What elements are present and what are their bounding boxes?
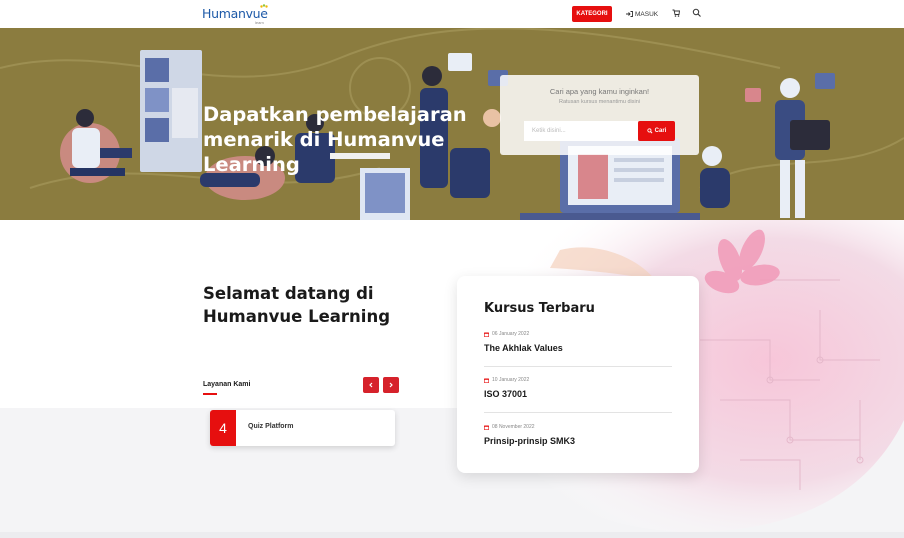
services-next-button[interactable] [383,377,399,393]
search-input[interactable]: Ketik disini... [524,121,638,141]
welcome-heading: Selamat datang di Humanvue Learning [203,284,391,326]
course-item[interactable]: 06 January 2022 The Akhlak Values [484,331,672,353]
search-subtitle: Ratusan kursus menantimu disini [558,99,640,105]
course-name[interactable]: The Akhlak Values [484,343,672,353]
course-date: 06 January 2022 [492,331,530,337]
calendar-icon [484,378,489,383]
logo-text: Humanvue [202,6,268,21]
course-date-row: 10 January 2022 [484,377,672,383]
masuk-link[interactable]: MASUK [626,8,658,20]
page: Humanvue learn KATEGORI MASUK Dapatkan p… [0,0,904,538]
course-divider [484,366,672,367]
hero-banner: Dapatkan pembelajaran menarik di Humanvu… [0,28,904,220]
cari-label: Cari [654,128,667,134]
humanvue-logo[interactable]: Humanvue learn [202,4,272,26]
bottom-divider [0,532,904,538]
course-date-row: 06 January 2022 [484,331,672,337]
login-icon [626,11,633,17]
service-card-quiz[interactable]: 4 Quiz Platform [210,410,395,446]
service-label: Quiz Platform [248,423,294,430]
course-date-row: 08 November 2022 [484,424,672,430]
search-card: Cari apa yang kamu inginkan! Ratusan kur… [500,75,699,155]
chevron-right-icon [389,382,393,388]
logo-tagline: learn [255,20,264,25]
layanan-underline [203,393,217,395]
course-divider [484,412,672,413]
course-date: 10 January 2022 [492,377,530,383]
cari-button[interactable]: Cari [638,121,675,141]
services-prev-button[interactable] [363,377,379,393]
logo-dots-icon [260,4,268,8]
calendar-icon [484,425,489,430]
search-icon [647,128,653,134]
course-name[interactable]: Prinsip-prinsip SMK3 [484,436,672,446]
masuk-label: MASUK [635,10,659,18]
search-icon[interactable] [692,8,702,18]
cart-icon[interactable] [672,8,680,18]
chevron-left-icon [369,382,373,388]
search-question: Cari apa yang kamu inginkan! [549,87,650,96]
course-item[interactable]: 10 January 2022 ISO 37001 [484,377,672,399]
latest-courses-card: Kursus Terbaru 06 January 2022 The Akhla… [457,276,699,473]
course-name[interactable]: ISO 37001 [484,389,672,399]
top-navbar: Humanvue learn KATEGORI MASUK [0,0,904,28]
layanan-label: Layanan Kami [203,381,251,388]
course-item[interactable]: 08 November 2022 Prinsip-prinsip SMK3 [484,424,672,446]
service-number: 4 [210,410,236,446]
calendar-icon [484,332,489,337]
kategori-button[interactable]: KATEGORI [572,6,612,22]
hero-title: Dapatkan pembelajaran menarik di Humanvu… [203,103,467,176]
latest-courses-title: Kursus Terbaru [484,301,595,316]
course-date: 08 November 2022 [492,424,535,430]
